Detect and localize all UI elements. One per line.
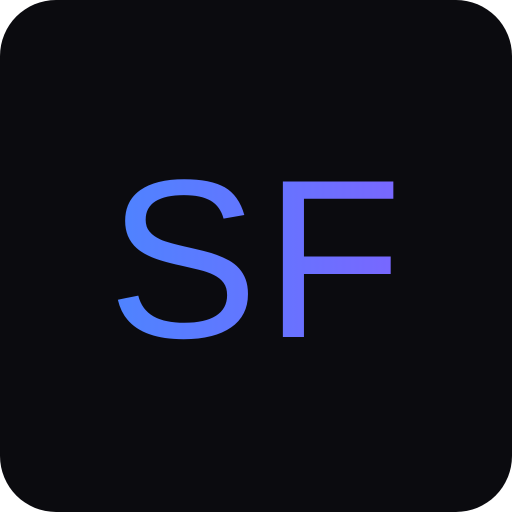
monogram-text: SF (108, 132, 409, 385)
app-icon: SF (0, 0, 512, 512)
monogram-logo: SF (108, 132, 409, 385)
